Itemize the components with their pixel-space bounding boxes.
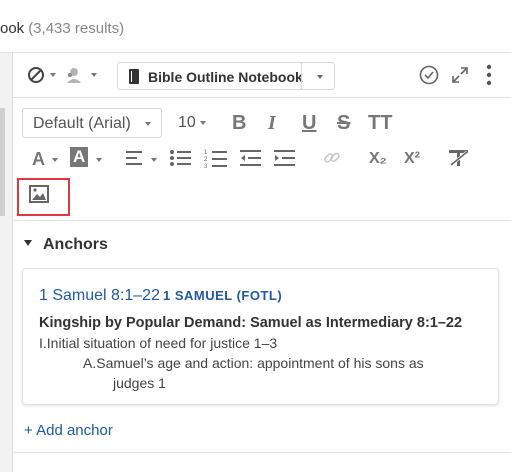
results-bar: ook (3,433 results) <box>0 0 511 53</box>
note-toolbar: Bible Outline Notebook <box>12 53 511 98</box>
results-title: ook (3,433 results) <box>0 20 124 37</box>
outline-heading: Kingship by Popular Demand: Samuel as In… <box>39 315 463 331</box>
collapse-triangle-icon[interactable] <box>24 240 32 246</box>
left-scroll-indicator[interactable] <box>0 108 5 216</box>
bullet-list-icon[interactable] <box>170 149 192 167</box>
outline-line: I.Initial situation of need for justice … <box>39 335 278 351</box>
outline-line: A.Samuel’s age and action: appointment o… <box>83 355 424 371</box>
chevron-down-icon[interactable] <box>151 158 157 162</box>
svg-text:3: 3 <box>204 164 208 168</box>
bold-button[interactable]: B <box>232 112 246 135</box>
align-icon[interactable] <box>126 150 148 166</box>
svg-text:1: 1 <box>204 150 208 156</box>
check-circle-icon[interactable] <box>418 64 440 86</box>
chevron-down-icon[interactable] <box>91 73 97 77</box>
chevron-down-icon[interactable] <box>52 158 58 162</box>
strikethrough-button[interactable]: S <box>337 112 350 135</box>
link-icon[interactable] <box>322 149 342 167</box>
chevron-down-icon <box>145 122 151 126</box>
chevron-down-icon[interactable] <box>50 73 56 77</box>
clear-formatting-icon[interactable] <box>448 149 470 167</box>
section-divider <box>12 452 511 453</box>
anchor-reference[interactable]: 1 Samuel 8:1–22 1 SAMUEL (FOTL) <box>39 287 282 305</box>
outline-line: judges 1 <box>113 375 166 391</box>
notebook-dropdown[interactable]: Bible Outline Notebook <box>117 62 335 90</box>
notebook-name: Bible Outline Notebook <box>148 69 303 85</box>
text-size-button[interactable]: TT <box>368 112 392 135</box>
underline-button[interactable]: U <box>302 112 316 135</box>
subscript-button[interactable]: X₂ <box>369 150 387 168</box>
notebook-icon <box>128 69 140 84</box>
add-anchor-link[interactable]: + Add anchor <box>24 422 113 439</box>
book-label[interactable]: 1 SAMUEL (FOTL) <box>163 288 282 303</box>
anchors-heading[interactable]: Anchors <box>43 236 108 254</box>
chevron-down-icon[interactable] <box>317 75 323 79</box>
image-button-highlight <box>17 178 70 216</box>
font-family-value: Default (Arial) <box>33 115 131 132</box>
expand-icon[interactable] <box>450 65 470 85</box>
anchor-card[interactable]: 1 Samuel 8:1–22 1 SAMUEL (FOTL) Kingship … <box>22 268 499 405</box>
section-divider <box>12 220 511 221</box>
font-family-select[interactable]: Default (Arial) <box>22 108 162 138</box>
font-color-button[interactable]: A <box>32 149 45 170</box>
indent-icon[interactable] <box>274 149 296 167</box>
chevron-down-icon[interactable] <box>96 158 102 162</box>
block-icon[interactable] <box>26 65 46 85</box>
more-vert-icon[interactable] <box>482 63 496 87</box>
results-count: (3,433 results) <box>28 20 125 37</box>
title-text: ook <box>0 20 25 37</box>
reference-text[interactable]: 1 Samuel 8:1–22 <box>39 287 160 304</box>
font-size-select[interactable]: 10 <box>178 114 196 132</box>
superscript-button[interactable]: X² <box>404 150 420 168</box>
svg-text:2: 2 <box>204 157 208 163</box>
outdent-icon[interactable] <box>240 149 262 167</box>
highlight-color-button[interactable]: A <box>70 147 89 167</box>
font-size-value: 10 <box>178 114 196 131</box>
person-icon[interactable] <box>64 65 86 85</box>
dropdown-divider <box>301 63 302 89</box>
numbered-list-icon[interactable]: 123 <box>204 148 228 168</box>
chevron-down-icon[interactable] <box>200 121 206 125</box>
italic-button[interactable]: I <box>268 112 276 135</box>
